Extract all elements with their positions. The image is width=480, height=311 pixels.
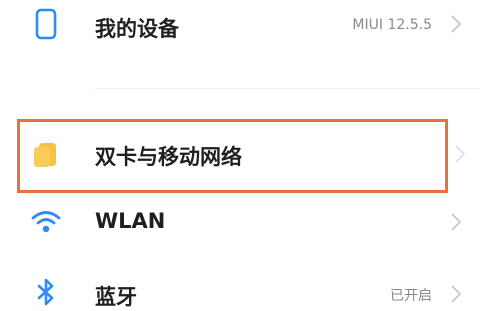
- highlight-box: [17, 119, 448, 193]
- chevron-right-icon: [451, 213, 462, 231]
- chevron-right-icon: [451, 285, 462, 303]
- miui-version: MIUI 12.5.5: [352, 17, 432, 33]
- settings-item-label: 我的设备: [95, 17, 179, 41]
- bluetooth-icon: [30, 276, 62, 308]
- phone-icon: [30, 8, 62, 40]
- settings-item-bluetooth[interactable]: 蓝牙 已开启: [0, 266, 480, 309]
- divider: [95, 88, 480, 89]
- settings-item-wlan[interactable]: WLAN: [0, 196, 480, 252]
- chevron-right-icon: [455, 145, 466, 163]
- settings-item-label: WLAN: [95, 209, 166, 233]
- chevron-right-icon: [451, 15, 462, 33]
- wifi-icon: [30, 206, 62, 238]
- settings-item-label: 蓝牙: [95, 285, 137, 309]
- bluetooth-status: 已开启: [390, 288, 432, 304]
- settings-item-my-device[interactable]: 我的设备 MIUI 12.5.5: [0, 0, 480, 60]
